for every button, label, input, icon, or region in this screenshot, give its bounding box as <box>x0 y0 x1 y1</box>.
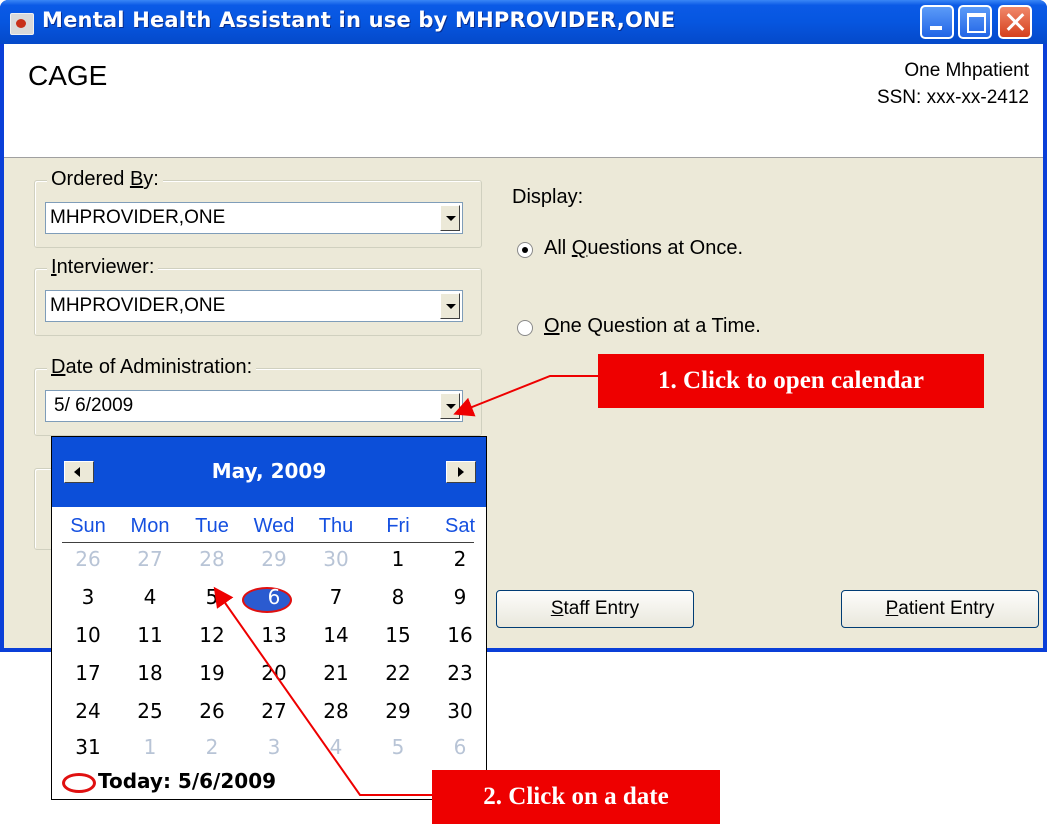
window-title: Mental Health Assistant in use by MHPROV… <box>42 8 676 32</box>
date-picker-field[interactable]: 5/ 6/2009 <box>45 390 463 422</box>
interviewer-combo[interactable]: MHPROVIDER,ONE <box>45 290 463 322</box>
radio-all-questions-label[interactable]: All Questions at Once. <box>544 237 743 260</box>
date-admin-label: Date of Administration: <box>47 356 257 379</box>
calendar-day[interactable]: 3 <box>66 585 110 609</box>
page-title: CAGE <box>28 60 108 91</box>
interviewer-value: MHPROVIDER,ONE <box>50 295 226 316</box>
next-month-button[interactable] <box>446 461 476 483</box>
calendar-day[interactable]: 28 <box>190 547 234 571</box>
calendar-day[interactable]: 13 <box>252 623 296 647</box>
patient-ssn: SSN: xxx-xx-2412 <box>876 87 1029 108</box>
ordered-by-value: MHPROVIDER,ONE <box>50 207 226 228</box>
calendar-day[interactable]: 14 <box>314 623 358 647</box>
calendar-day[interactable]: 16 <box>438 623 482 647</box>
calendar-day[interactable]: 27 <box>128 547 172 571</box>
chevron-down-icon[interactable] <box>440 293 460 319</box>
maximize-button[interactable] <box>958 5 992 39</box>
calendar-day[interactable]: 26 <box>66 547 110 571</box>
calendar-day[interactable]: 29 <box>376 699 420 723</box>
calendar-day[interactable]: 10 <box>66 623 110 647</box>
minimize-button[interactable] <box>920 5 954 39</box>
calendar-day[interactable]: 4 <box>314 735 358 759</box>
calendar-day[interactable]: 1 <box>376 547 420 571</box>
callout-click-date: 2. Click on a date <box>432 770 720 824</box>
today-link[interactable]: Today: 5/6/2009 <box>98 769 276 793</box>
weekday-header: Fri <box>386 515 410 537</box>
staff-entry-button[interactable]: Staff Entry <box>496 590 694 628</box>
calendar-day[interactable]: 23 <box>438 661 482 685</box>
calendar-day[interactable]: 20 <box>252 661 296 685</box>
calendar-day[interactable]: 3 <box>252 735 296 759</box>
title-bar[interactable]: Mental Health Assistant in use by MHPROV… <box>0 0 1047 44</box>
close-button[interactable] <box>998 5 1032 39</box>
calendar-day[interactable]: 27 <box>252 699 296 723</box>
chevron-down-icon[interactable] <box>440 205 460 231</box>
app-icon[interactable] <box>10 13 34 35</box>
calendar-day[interactable]: 31 <box>66 735 110 759</box>
weekday-header: Thu <box>318 515 354 537</box>
ordered-by-group: Ordered By: MHPROVIDER,ONE <box>34 168 482 248</box>
callout-open-calendar: 1. Click to open calendar <box>598 354 984 408</box>
patient-name: One Mhpatient <box>904 60 1029 81</box>
weekday-header: Tue <box>195 515 229 537</box>
calendar-day[interactable]: 30 <box>314 547 358 571</box>
calendar-day[interactable]: 26 <box>190 699 234 723</box>
radio-one-question-label[interactable]: One Question at a Time. <box>544 315 761 338</box>
calendar-day[interactable]: 18 <box>128 661 172 685</box>
calendar-day[interactable]: 8 <box>376 585 420 609</box>
calendar-day[interactable]: 7 <box>314 585 358 609</box>
calendar-day[interactable]: 12 <box>190 623 234 647</box>
weekday-header: Sat <box>444 515 476 537</box>
form-header: CAGE One Mhpatient SSN: xxx-xx-2412 <box>4 44 1043 158</box>
calendar-day[interactable]: 2 <box>190 735 234 759</box>
calendar-day[interactable]: 9 <box>438 585 482 609</box>
calendar-day[interactable]: 5 <box>376 735 420 759</box>
weekday-header: Mon <box>130 515 170 537</box>
calendar-divider <box>62 542 474 543</box>
radio-one-question[interactable] <box>517 320 533 336</box>
radio-all-questions[interactable] <box>517 242 533 258</box>
calendar-day[interactable]: 15 <box>376 623 420 647</box>
patient-entry-button[interactable]: Patient Entry <box>841 590 1039 628</box>
calendar-day[interactable]: 28 <box>314 699 358 723</box>
date-admin-group: Date of Administration: 5/ 6/2009 <box>34 356 482 436</box>
calendar-day[interactable]: 30 <box>438 699 482 723</box>
ordered-by-combo[interactable]: MHPROVIDER,ONE <box>45 202 463 234</box>
weekday-header: Wed <box>253 515 295 537</box>
calendar-day[interactable]: 4 <box>128 585 172 609</box>
calendar-day[interactable]: 19 <box>190 661 234 685</box>
calendar-day[interactable]: 6 <box>438 735 482 759</box>
calendar-day[interactable]: 17 <box>66 661 110 685</box>
calendar-month-label[interactable]: May, 2009 <box>52 459 486 483</box>
today-circle-icon <box>62 773 96 793</box>
interviewer-label: Interviewer: <box>47 256 159 279</box>
calendar-day[interactable]: 11 <box>128 623 172 647</box>
calendar-day[interactable]: 1 <box>128 735 172 759</box>
calendar-day[interactable]: 24 <box>66 699 110 723</box>
calendar-day[interactable]: 21 <box>314 661 358 685</box>
date-value: 5/ 6/2009 <box>54 395 134 416</box>
calendar-day[interactable]: 6 <box>252 585 296 609</box>
weekday-header: Sun <box>70 515 106 537</box>
calendar-day[interactable]: 22 <box>376 661 420 685</box>
calendar-day[interactable]: 25 <box>128 699 172 723</box>
calendar-day[interactable]: 29 <box>252 547 296 571</box>
calendar-popup: May, 2009 Sun Mon Tue Wed Thu Fri Sat 26 27 28 29… <box>51 436 487 800</box>
calendar-header: May, 2009 <box>52 437 486 507</box>
calendar-day[interactable]: 5 <box>190 585 234 609</box>
calendar-day[interactable]: 2 <box>438 547 482 571</box>
ordered-by-label: Ordered By: <box>47 168 163 191</box>
chevron-down-icon[interactable] <box>440 393 460 419</box>
display-label: Display: <box>512 186 584 208</box>
interviewer-group: Interviewer: MHPROVIDER,ONE <box>34 256 482 336</box>
